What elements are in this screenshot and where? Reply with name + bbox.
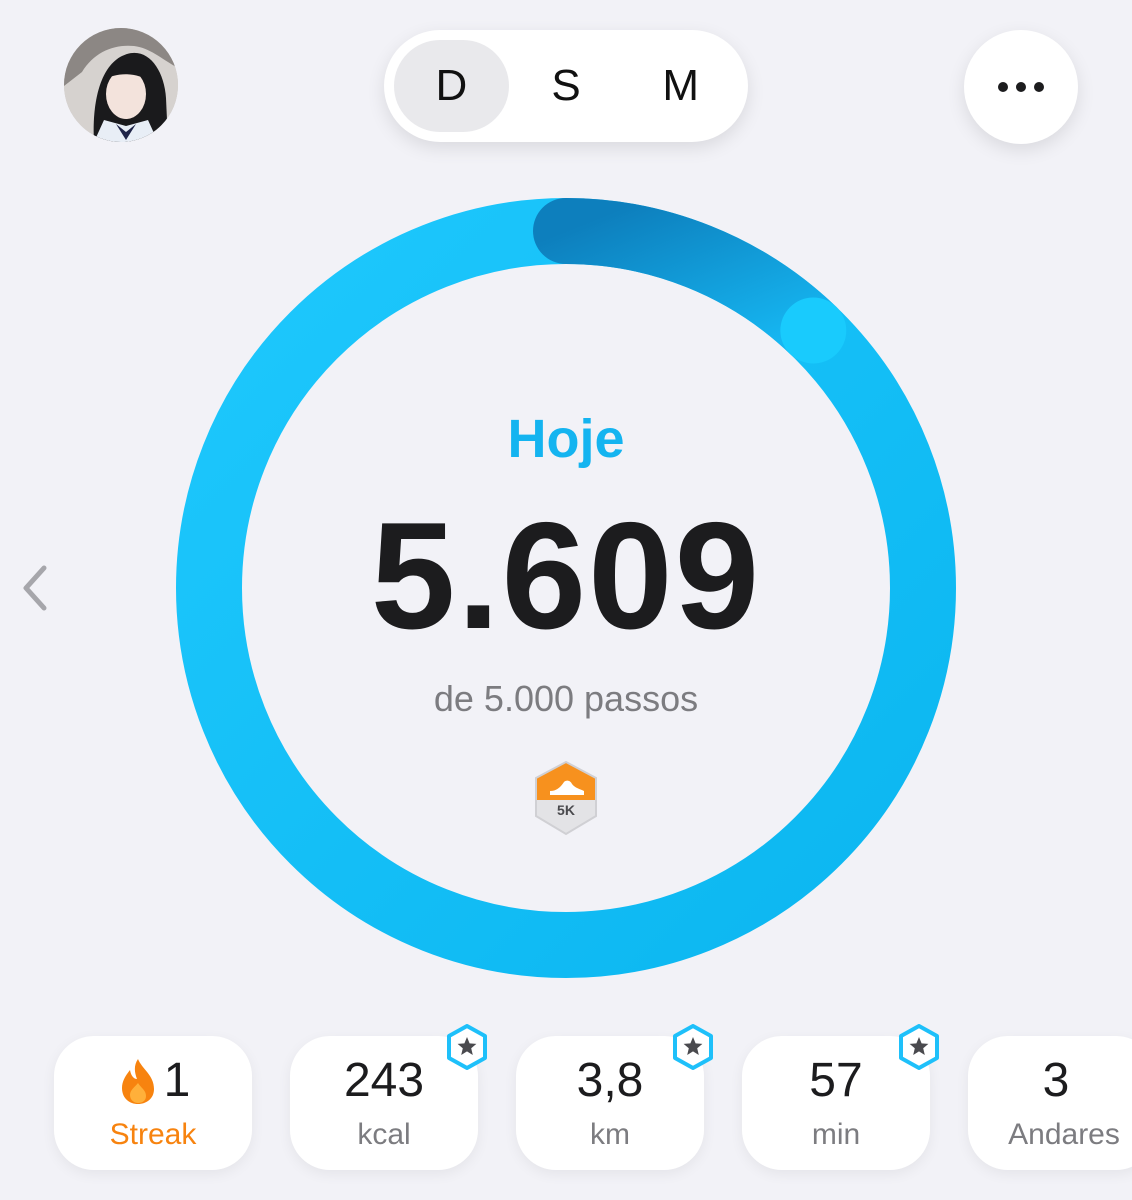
step-goal-text: de 5.000 passos	[433, 678, 699, 719]
period-week-tab[interactable]: S	[509, 40, 624, 132]
calories-label: kcal	[357, 1118, 411, 1151]
flame-icon	[116, 1057, 160, 1105]
floors-card[interactable]: 3 Andares	[968, 1036, 1132, 1170]
distance-goal-star-badge	[672, 1024, 714, 1070]
period-segmented-control[interactable]: D S M	[384, 30, 748, 142]
sneaker-badge-icon	[535, 760, 597, 836]
star-badge-icon	[673, 1024, 713, 1070]
active-time-goal-star-badge	[898, 1024, 940, 1070]
more-options-button[interactable]	[964, 30, 1078, 144]
floors-label: Andares	[1008, 1118, 1120, 1151]
step-count: 5.609	[370, 491, 762, 661]
streak-label: Streak	[109, 1118, 197, 1151]
stats-row[interactable]: 1 Streak 243 kcal 3,8 km 57 min 3 Andare…	[0, 1024, 1132, 1170]
previous-day-button[interactable]	[14, 560, 54, 616]
streak-value-row: 1	[54, 1054, 252, 1107]
floors-value: 3	[1042, 1054, 1070, 1107]
period-day-tab[interactable]: D	[394, 40, 509, 132]
active-time-label: min	[811, 1118, 861, 1151]
5k-achievement-badge[interactable]: 5K	[530, 758, 602, 838]
ellipsis-icon	[1016, 82, 1026, 92]
badge-label: 5K	[557, 802, 575, 818]
ring-center-content: Hoje 5.609 de 5.000 passos 5K	[170, 192, 962, 984]
star-badge-icon	[899, 1024, 939, 1070]
ellipsis-icon	[1034, 82, 1044, 92]
streak-card[interactable]: 1 Streak	[54, 1036, 252, 1170]
star-badge-icon	[447, 1024, 487, 1070]
chevron-left-icon	[23, 565, 47, 611]
ellipsis-icon	[998, 82, 1008, 92]
day-label: Hoje	[507, 409, 625, 469]
streak-value: 1	[163, 1054, 191, 1107]
period-month-tab[interactable]: M	[623, 40, 738, 132]
calories-goal-star-badge	[446, 1024, 488, 1070]
avatar-photo	[64, 28, 178, 142]
distance-label: km	[590, 1118, 630, 1151]
avatar[interactable]	[64, 28, 178, 142]
